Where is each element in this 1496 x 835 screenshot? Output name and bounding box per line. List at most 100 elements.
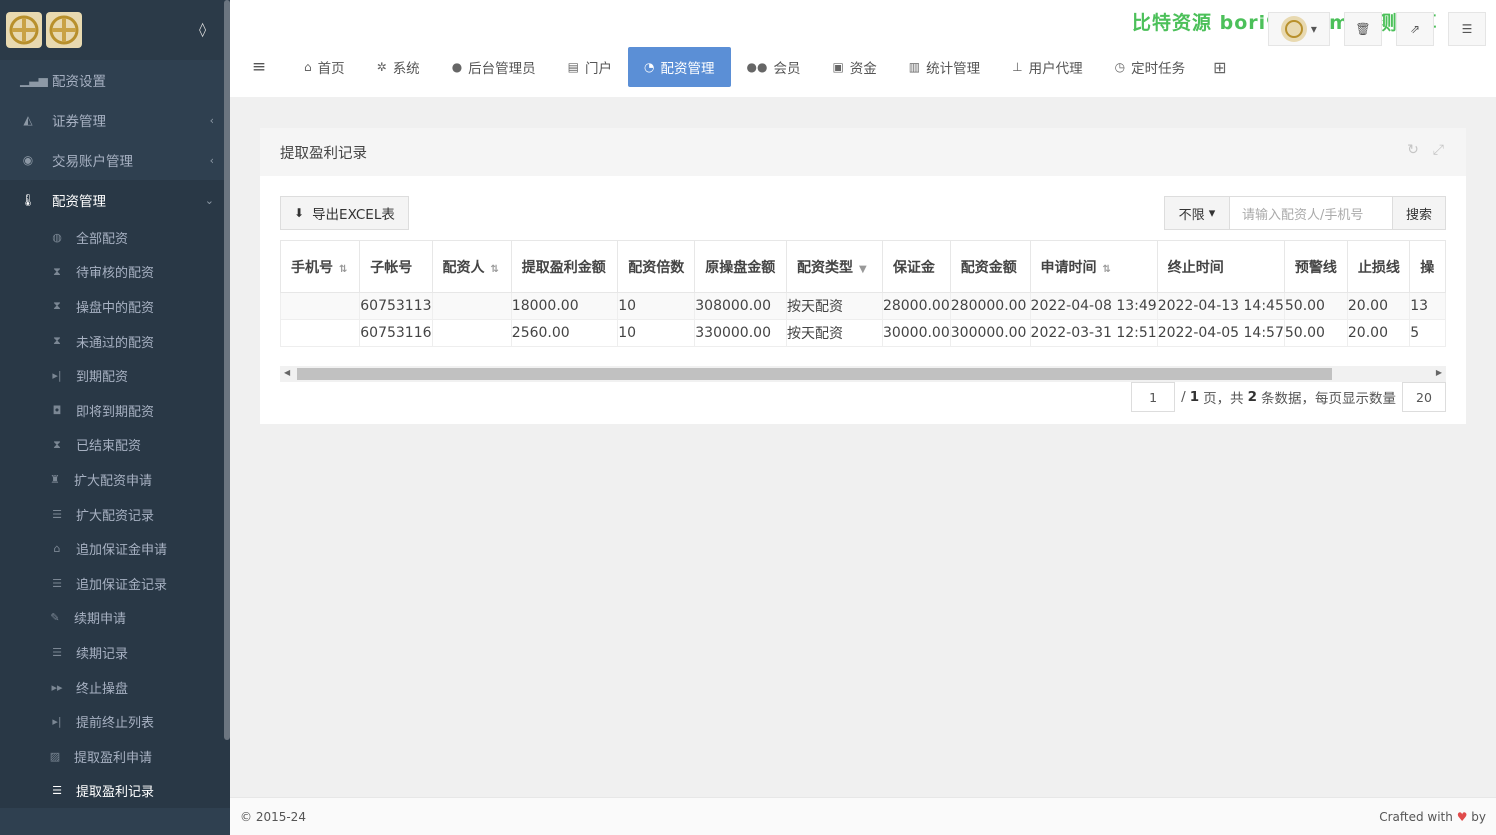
table-cell: 10: [617, 292, 696, 320]
sidebar-subitem-withdraw-apply[interactable]: ▨ 提取盈利申请: [0, 739, 230, 774]
tab-agents[interactable]: ⊥ 用户代理: [996, 47, 1098, 87]
sidebar-subitem-expand-records[interactable]: ☰ 扩大配资记录: [0, 497, 230, 532]
table-row[interactable]: 60753113 18000.00 10 308000.00 按天配资 2800…: [280, 292, 1446, 320]
tab-system[interactable]: ✲ 系统: [361, 47, 436, 87]
table-cell: 13: [1409, 292, 1446, 320]
sidebar-item-securities[interactable]: ◭ 证券管理 ‹: [0, 100, 230, 140]
sidebar-subitem-margin-apply[interactable]: ⌂ 追加保证金申请: [0, 531, 230, 566]
table-row[interactable]: 60753116 2560.00 10 330000.00 按天配资 30000…: [280, 319, 1446, 347]
tab-portal[interactable]: ▤ 门户: [552, 47, 628, 87]
table-cell: 20.00: [1346, 292, 1411, 320]
logo-icon-secondary[interactable]: [46, 12, 82, 48]
sidebar-subitem-rejected[interactable]: ⧗ 未通过的配资: [0, 324, 230, 359]
sidebar-subitem-margin-records[interactable]: ☰ 追加保证金记录: [0, 566, 230, 601]
sidebar-subitem-renew-apply[interactable]: ✎ 续期申请: [0, 601, 230, 636]
tab-label: 用户代理: [1028, 61, 1083, 77]
top-navbar: 比特资源 bori99.com 实测分享 ▾ 🗑 ⇗ ☰ ≡ ⌂首页 ✲系统 ●…: [230, 0, 1496, 97]
pie-chart-icon: ◔: [644, 60, 655, 74]
sidebar-item-funding-settings[interactable]: ▁▃▅ 配资设置: [0, 60, 230, 100]
filter-select-value: 不限: [1178, 207, 1205, 223]
sort-icon[interactable]: ⇅: [491, 264, 499, 275]
pagination: 1 / 1 页，共 2 条数据，每页显示数量 20: [1131, 382, 1446, 412]
page-number-input[interactable]: 1: [1131, 382, 1176, 412]
data-table-container: 手机号 ⇅ 子帐号 配资人 ⇅ 提取盈利金额 配资倍数 原操盘金额 配资类型 ▼ 保证…: [280, 240, 1446, 348]
sidebar-subitem-pending[interactable]: ⧗ 待审核的配资: [0, 255, 230, 290]
user-icon: ●: [451, 60, 463, 74]
table-cell: 2022-04-08 13:49: [1029, 292, 1158, 320]
download-icon: ⬇: [294, 206, 305, 220]
column-header[interactable]: 配资类型 ▼: [786, 240, 883, 293]
filter-select[interactable]: 不限 ▾: [1164, 196, 1230, 230]
tab-scheduled-tasks[interactable]: ◷ 定时任务: [1099, 47, 1201, 87]
sidebar-item-funding-management[interactable]: 🌡 配资管理 ⌄: [0, 180, 230, 220]
refresh-icon[interactable]: ↻: [1407, 142, 1419, 158]
step-forward-icon: ▸|: [52, 715, 62, 729]
column-header[interactable]: 手机号 ⇅: [280, 240, 361, 293]
scroll-right-icon[interactable]: ▶: [1436, 368, 1442, 377]
filter-icon[interactable]: ▼: [859, 264, 867, 275]
sitemap-icon: ⊥: [1012, 60, 1023, 74]
tab-label: 资金: [849, 61, 877, 77]
menu-toggle-icon[interactable]: ≡: [230, 57, 288, 77]
sidebar-subitem-trading[interactable]: ⧗ 操盘中的配资: [0, 289, 230, 324]
column-header-label: 保证金: [892, 259, 935, 276]
sidebar-subitem-early-stop[interactable]: ▸| 提前终止列表: [0, 704, 230, 739]
column-header: 终止时间: [1156, 240, 1285, 293]
table-cell: 30000.00: [881, 319, 951, 347]
table-horizontal-scrollbar[interactable]: ◀ ▶: [280, 366, 1446, 382]
sort-icon[interactable]: ⇅: [339, 264, 347, 275]
tab-funds[interactable]: ▣ 资金: [816, 47, 892, 87]
table-cell: [280, 319, 361, 347]
sidebar-subitem-all[interactable]: ◍ 全部配资: [0, 220, 230, 255]
column-header[interactable]: 申请时间 ⇅: [1029, 240, 1158, 293]
sidebar-subitem-label: 扩大配资记录: [76, 508, 155, 524]
total-count: 2: [1247, 389, 1257, 405]
fullscreen-icon[interactable]: ⤢: [1433, 142, 1444, 158]
sidebar-subitem-stop-trading[interactable]: ▸▸ 终止操盘: [0, 670, 230, 705]
export-excel-button[interactable]: ⬇ 导出EXCEL表: [280, 196, 409, 230]
tab-members[interactable]: ●● 会员: [731, 47, 817, 87]
sidebar-item-trading-accounts[interactable]: ◉ 交易账户管理 ‹: [0, 140, 230, 180]
fast-forward-icon: ▸▸: [51, 680, 63, 694]
tab-funding-management[interactable]: ◔ 配资管理: [628, 47, 731, 87]
sidebar-item-label: 配资管理: [52, 194, 106, 210]
column-header[interactable]: 配资人 ⇅: [431, 240, 512, 293]
table-cell: 60753116: [359, 319, 433, 347]
sidebar-subitem-withdraw-records[interactable]: ☰ 提取盈利记录: [0, 774, 230, 809]
external-link-button[interactable]: ⇗: [1396, 12, 1434, 46]
tab-label: 会员: [773, 61, 801, 77]
sort-icon[interactable]: ⇅: [1103, 264, 1111, 275]
column-header: 配资金额: [949, 240, 1031, 293]
sidebar-submenu: ◍ 全部配资 ⧗ 待审核的配资 ⧗ 操盘中的配资 ⧗ 未通过的配资 ▸| 到期配资 ◘ 即将…: [0, 220, 230, 809]
table-cell: 50.00: [1283, 319, 1348, 347]
tab-home[interactable]: ⌂ 首页: [288, 47, 361, 87]
theme-drop-icon[interactable]: ◊: [199, 22, 206, 38]
clear-cache-button[interactable]: 🗑: [1344, 12, 1382, 46]
user-menu-button[interactable]: ▾: [1268, 12, 1330, 46]
grid-icon[interactable]: ⊞: [1213, 58, 1226, 77]
table-header-row: 手机号 ⇅ 子帐号 配资人 ⇅ 提取盈利金额 配资倍数 原操盘金额 配资类型 ▼ 保证…: [280, 240, 1446, 293]
sidebar-subitem-expand-apply[interactable]: ♜ 扩大配资申请: [0, 462, 230, 497]
sidebar-subitem-finished[interactable]: ⧗ 已结束配资: [0, 428, 230, 463]
sidebar-scrollbar[interactable]: [224, 0, 230, 740]
search-button[interactable]: 搜索: [1392, 196, 1446, 230]
settings-menu-button[interactable]: ☰: [1448, 12, 1486, 46]
scrollbar-thumb[interactable]: [297, 368, 1332, 380]
sidebar-subitem-label: 操盘中的配资: [76, 300, 155, 316]
page-size-input[interactable]: 20: [1402, 382, 1446, 412]
sidebar-subitem-expired[interactable]: ▸| 到期配资: [0, 358, 230, 393]
column-header: 提取盈利金额: [510, 240, 619, 293]
table-cell: 5: [1409, 319, 1446, 347]
column-header-label: 申请时间: [1040, 259, 1097, 276]
list-icon: ☰: [52, 784, 62, 798]
scroll-left-icon[interactable]: ◀: [284, 368, 290, 377]
sidebar-subitem-renew-records[interactable]: ☰ 续期记录: [0, 635, 230, 670]
tab-admins[interactable]: ● 后台管理员: [436, 47, 552, 87]
sidebar-subitem-label: 追加保证金申请: [76, 543, 168, 559]
column-header-label: 预警线: [1294, 259, 1337, 276]
tab-statistics[interactable]: ▥ 统计管理: [893, 47, 996, 87]
logo-icon[interactable]: [6, 12, 42, 48]
sidebar-subitem-expiring[interactable]: ◘ 即将到期配资: [0, 393, 230, 428]
search-input[interactable]: 请输入配资人/手机号: [1230, 196, 1392, 230]
table-cell: 按天配资: [786, 319, 883, 347]
